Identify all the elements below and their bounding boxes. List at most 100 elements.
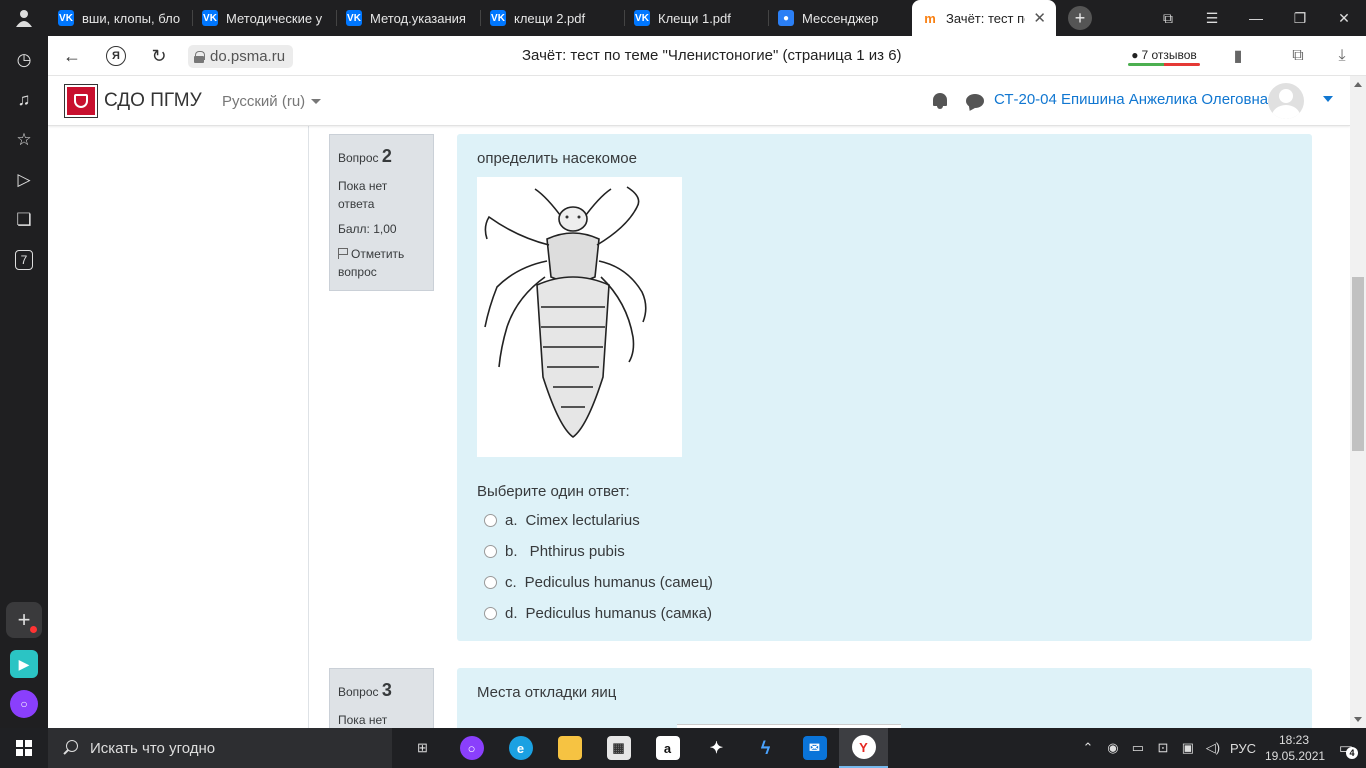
add-panel-button[interactable]: + <box>6 602 42 638</box>
vertical-scrollbar[interactable] <box>1350 76 1366 728</box>
user-menu-chevron-icon[interactable] <box>1323 96 1333 102</box>
question-grade: Балл: 1,00 <box>338 222 397 237</box>
tab-title: Зачёт: тест по <box>946 10 1026 26</box>
back-arrow-icon[interactable]: ← <box>60 44 84 68</box>
tab[interactable]: VK клещи 2.pdf <box>480 0 624 36</box>
network-icon[interactable]: ▣ <box>1180 740 1196 756</box>
option-text[interactable]: Pediculus humanus (самец) <box>525 574 713 591</box>
option-letter: a. <box>505 511 518 529</box>
vk-icon: VK <box>490 10 506 26</box>
task-view-icon[interactable]: ⊞ <box>398 728 447 768</box>
moodle-icon: m <box>924 10 936 26</box>
browser-sidebar: ◷ ♫ ☆ ▷ ❏ 7 + ▶ ○ <box>0 36 48 728</box>
scroll-up-icon[interactable] <box>1354 82 1362 87</box>
flag-question-link[interactable]: Отметить вопрос <box>338 245 425 282</box>
site-name[interactable]: СДО ПГМУ <box>104 90 202 112</box>
page-title: Зачёт: тест по теме "Членистоногие" (стр… <box>522 47 902 64</box>
camera-icon[interactable]: ◉ <box>1105 740 1121 756</box>
bell-icon[interactable] <box>932 92 948 110</box>
answer-option-c[interactable]: c. Pediculus humanus (самец) <box>477 571 1292 593</box>
answer-option-a[interactable]: a. Cimex lectularius <box>477 509 1292 531</box>
question-content: Места откладки яиц <box>457 668 1312 728</box>
scroll-down-icon[interactable] <box>1354 717 1362 722</box>
chat-bubble-icon: ● <box>1131 48 1139 62</box>
clock[interactable]: 18:23 19.05.2021 <box>1265 732 1326 764</box>
url-text: do.psma.ru <box>210 48 286 65</box>
edge-icon[interactable]: e <box>496 728 545 768</box>
messenger-app-icon[interactable]: ▶ <box>10 650 38 678</box>
avatar[interactable] <box>1268 83 1304 119</box>
file-explorer-icon[interactable] <box>545 728 594 768</box>
alice-taskbar-icon[interactable]: ○ <box>447 728 496 768</box>
url-field[interactable]: do.psma.ru <box>188 45 294 68</box>
radio-button[interactable] <box>484 513 497 527</box>
profile-icon[interactable] <box>0 0 48 36</box>
radio-button[interactable] <box>484 575 497 589</box>
lightning-app-icon[interactable]: ϟ <box>741 728 790 768</box>
collections-icon[interactable]: ❏ <box>12 208 36 232</box>
option-text[interactable]: Cimex lectularius <box>526 512 640 529</box>
download-icon[interactable]: ⤓ <box>1331 45 1353 67</box>
tab[interactable]: VK Методические у <box>192 0 336 36</box>
dropbox-icon[interactable]: ✦ <box>692 728 741 768</box>
chevron-up-icon[interactable]: ⌃ <box>1080 740 1096 756</box>
user-name[interactable]: СТ-20-04 Епишина Анжелика Олеговна <box>994 91 1268 108</box>
bookmarks-star-icon[interactable]: ☆ <box>12 128 36 152</box>
radio-button[interactable] <box>484 544 497 558</box>
answer-prompt: Выберите один ответ: <box>477 483 630 500</box>
menu-icon[interactable]: ☰ <box>1190 10 1234 27</box>
option-text[interactable]: Pediculus humanus (самка) <box>526 605 712 622</box>
tab-title: Методические у <box>226 10 323 26</box>
close-window-button[interactable]: ✕ <box>1322 10 1366 27</box>
restore-button[interactable]: ❐ <box>1278 10 1322 27</box>
input-language[interactable]: РУС <box>1230 741 1256 756</box>
radio-button[interactable] <box>484 606 497 620</box>
language-menu[interactable]: Русский (ru) <box>222 93 322 110</box>
minimize-button[interactable]: — <box>1234 10 1278 26</box>
tab[interactable]: ● Мессенджер <box>768 0 912 36</box>
yandex-browser-icon[interactable]: Y <box>839 728 888 768</box>
translate-icon[interactable]: ⧉ <box>1287 45 1309 67</box>
answer-option-d[interactable]: d. Pediculus humanus (самка) <box>477 602 1292 624</box>
battery-icon[interactable]: ▭ <box>1130 740 1146 756</box>
logo-emblem-icon <box>67 87 95 115</box>
question-number: 3 <box>381 680 392 700</box>
option-text[interactable]: Phthirus pubis <box>526 543 625 560</box>
taskbar-search[interactable]: Искать что угодно <box>48 728 392 768</box>
store-icon[interactable]: ▦ <box>594 728 643 768</box>
tab-active[interactable]: m Зачёт: тест по ✕ <box>912 0 1056 36</box>
tab-title: вши, клопы, бло <box>82 10 181 26</box>
volume-icon[interactable]: ◁) <box>1205 740 1221 756</box>
bookmark-icon[interactable]: ▮ <box>1227 45 1249 67</box>
notifications-icon[interactable]: ▭ 4 <box>1332 734 1360 762</box>
question-info: Вопрос 2 Пока нет ответа Балл: 1,00 Отме… <box>329 134 434 291</box>
notifications-icon[interactable]: ♫ <box>12 88 36 112</box>
close-icon[interactable]: ✕ <box>1033 9 1046 27</box>
start-button[interactable] <box>0 728 48 768</box>
tab[interactable]: VK вши, клопы, бло <box>48 0 192 36</box>
yandex-logo-icon[interactable]: Я <box>106 46 126 66</box>
clock-date: 19.05.2021 <box>1265 749 1326 763</box>
option-letter: d. <box>505 604 518 622</box>
tab[interactable]: VK Клещи 1.pdf <box>624 0 768 36</box>
calendar-icon[interactable]: 7 <box>15 250 33 270</box>
tab[interactable]: VK Метод.указания <box>336 0 480 36</box>
reviews-button[interactable]: ● 7 отзывов <box>1126 43 1202 67</box>
alice-assistant-icon[interactable]: ○ <box>10 690 38 718</box>
tabs-icon[interactable]: ⧉ <box>1146 10 1190 27</box>
media-play-icon[interactable]: ▷ <box>12 168 36 192</box>
usb-icon[interactable]: ⊡ <box>1155 740 1171 756</box>
amazon-icon[interactable]: a <box>643 728 692 768</box>
scrollbar-thumb[interactable] <box>1352 277 1364 451</box>
new-tab-button[interactable]: + <box>1068 6 1092 30</box>
windows-logo-icon <box>16 740 32 756</box>
history-icon[interactable]: ◷ <box>12 48 36 72</box>
question-number: 2 <box>381 146 392 166</box>
question-text: Места откладки яиц <box>477 684 617 701</box>
answer-option-b[interactable]: b. Phthirus pubis <box>477 540 1292 562</box>
reload-icon[interactable]: ↻ <box>147 44 171 68</box>
mail-icon[interactable]: ✉ <box>790 728 839 768</box>
messages-icon[interactable] <box>966 94 984 108</box>
question-label: Вопрос <box>338 685 379 699</box>
site-logo[interactable] <box>64 84 98 118</box>
